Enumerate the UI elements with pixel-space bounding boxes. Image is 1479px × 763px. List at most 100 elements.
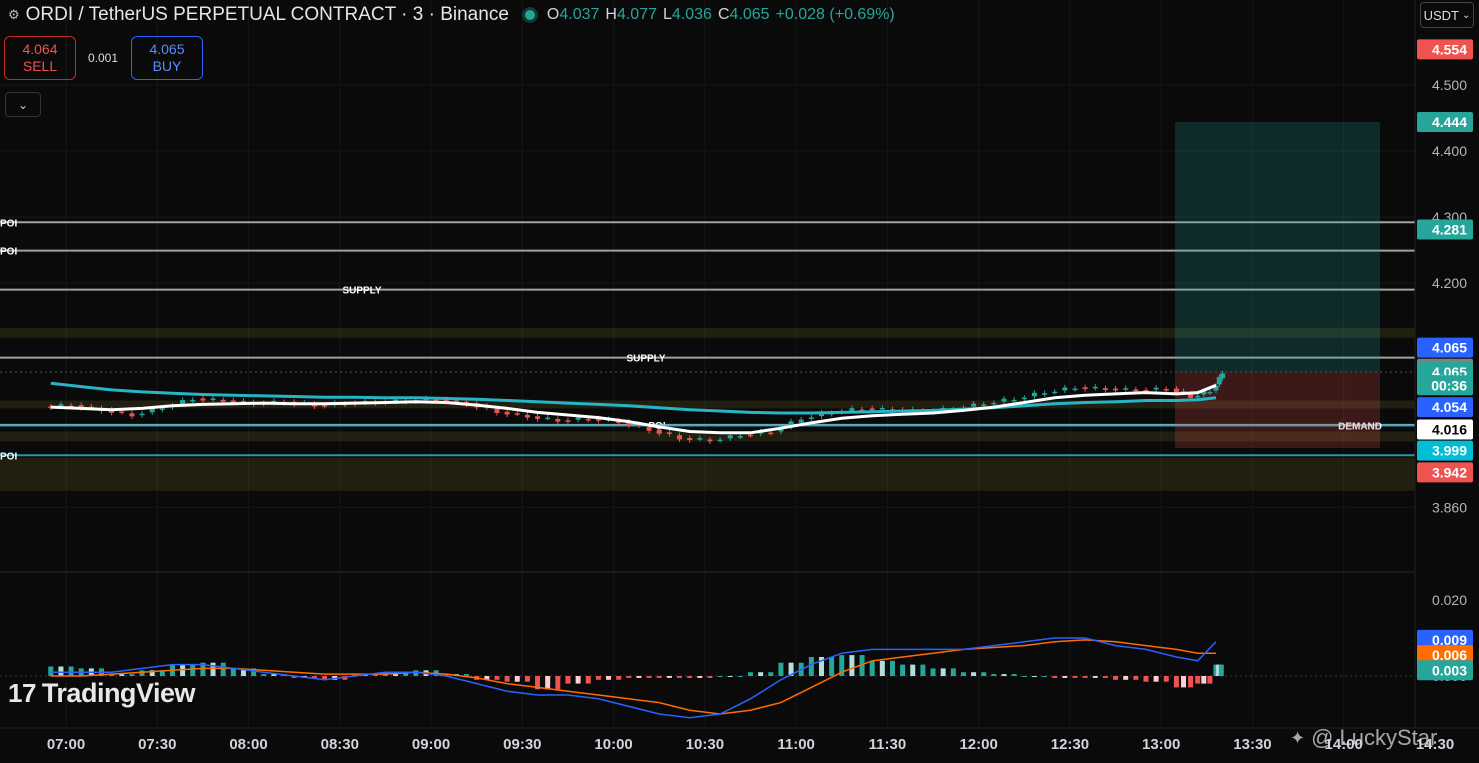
x-tick-label: 07:30 — [138, 736, 176, 753]
macd-histogram-bar — [1218, 664, 1224, 676]
buy-price: 4.065 — [149, 41, 185, 57]
candle-body — [677, 435, 683, 440]
candle-body — [666, 432, 672, 434]
candle-body — [737, 436, 743, 438]
macd-histogram-bar — [879, 660, 885, 676]
macd-histogram-bar — [991, 674, 997, 676]
candle-body — [991, 402, 997, 405]
macd-histogram-bar — [585, 676, 591, 684]
price-badge-label: 00:36 — [1431, 377, 1467, 393]
macd-histogram-bar — [656, 676, 662, 678]
macd-histogram-bar — [1143, 676, 1149, 682]
macd-histogram-bar — [1052, 676, 1058, 678]
macd-histogram-bar — [1001, 674, 1007, 676]
candle-body — [707, 439, 713, 442]
x-tick-label: 11:00 — [777, 736, 815, 753]
candle-body — [565, 420, 571, 422]
macd-histogram-bar — [808, 657, 814, 676]
macd-line — [50, 637, 1217, 719]
macd-y-tick-label: 0.020 — [1432, 592, 1467, 608]
candle-body — [1072, 388, 1078, 391]
candle-body — [697, 438, 703, 440]
macd-histogram-bar — [1123, 676, 1129, 680]
macd-histogram-bar — [545, 676, 551, 690]
macd-histogram-bar — [514, 676, 520, 682]
y-tick-label: 3.860 — [1432, 499, 1467, 515]
macd-histogram-bar — [119, 674, 125, 676]
macd-histogram-bar — [971, 672, 977, 676]
candle-body — [1123, 388, 1129, 390]
currency-selector[interactable]: USDT ⌄ — [1420, 2, 1474, 28]
macd-histogram-bar — [48, 666, 54, 676]
macd-signal-line — [50, 639, 1216, 715]
price-badge-label: 0.003 — [1432, 662, 1467, 678]
candle-body — [585, 418, 591, 421]
macd-histogram-bar — [910, 664, 916, 676]
macd-histogram-bar — [849, 655, 855, 676]
macd-histogram-bar — [1173, 676, 1179, 688]
sell-label: SELL — [22, 58, 58, 74]
spread-value: 0.001 — [88, 51, 119, 65]
macd-histogram-bar — [261, 674, 267, 676]
macd-histogram-bar — [129, 674, 135, 676]
macd-histogram-bar — [940, 668, 946, 676]
candle-body — [798, 419, 804, 423]
macd-histogram-bar — [230, 668, 236, 676]
candle-body — [748, 434, 753, 437]
macd-histogram-bar — [829, 657, 835, 676]
trading-chart[interactable]: POIPOISUPPLYSUPPLYPOIDEMANDPOI4.5004.400… — [0, 0, 1479, 763]
macd-histogram-bar — [778, 662, 784, 676]
macd-histogram-bar — [666, 676, 672, 678]
candle-body — [1113, 388, 1119, 391]
candle-body — [220, 399, 226, 402]
candle-body — [545, 417, 551, 420]
candle-body — [555, 418, 561, 422]
candle-body — [1092, 386, 1098, 389]
macd-histogram-bar — [707, 676, 713, 678]
macd-histogram-bar — [1021, 676, 1027, 677]
macd-histogram-bar — [58, 666, 64, 676]
candle-body — [768, 432, 774, 435]
candle-body — [656, 429, 662, 434]
candle-body — [494, 408, 500, 414]
macd-histogram-bar — [68, 666, 74, 676]
candle-body — [322, 405, 328, 407]
chart-header: ⚙ ORDI / TetherUS PERPETUAL CONTRACT · 3… — [8, 4, 895, 26]
price-badge-label: 4.554 — [1432, 41, 1467, 57]
symbol-title[interactable]: ORDI / TetherUS PERPETUAL CONTRACT · 3 ·… — [26, 4, 509, 26]
x-tick-label: 10:30 — [686, 736, 724, 753]
macd-histogram-bar — [727, 676, 733, 677]
price-badge-label: 4.065 — [1432, 340, 1467, 356]
x-tick-label: 09:30 — [503, 736, 541, 753]
macd-histogram-bar — [504, 676, 510, 682]
candle-body — [159, 408, 165, 410]
macd-histogram-bar — [1042, 676, 1048, 677]
x-tick-label: 12:00 — [959, 736, 997, 753]
tradingview-logo: 17 TradingView — [8, 678, 195, 709]
sell-price: 4.064 — [22, 41, 58, 57]
level-label: POI — [0, 247, 17, 258]
candle-body — [971, 403, 977, 407]
macd-histogram-bar — [1062, 676, 1068, 678]
gear-icon[interactable]: ⚙ — [8, 7, 20, 23]
candle-body — [727, 435, 733, 439]
x-tick-label: 07:00 — [47, 736, 85, 753]
candle-body — [1021, 397, 1027, 400]
macd-histogram-bar — [616, 676, 622, 680]
buy-button[interactable]: 4.065 BUY — [131, 36, 203, 80]
candle-body — [524, 414, 530, 418]
macd-histogram-bar — [717, 676, 723, 677]
macd-histogram-bar — [555, 676, 561, 690]
macd-histogram-bar — [565, 676, 571, 684]
y-tick-label: 4.200 — [1432, 275, 1467, 291]
candle-body — [129, 413, 135, 417]
chevron-down-icon[interactable]: ⌄ — [5, 92, 41, 117]
x-tick-label: 08:30 — [321, 736, 359, 753]
macd-histogram-bar — [889, 660, 895, 676]
candle-body — [1082, 387, 1088, 390]
sell-button[interactable]: 4.064 SELL — [4, 36, 76, 80]
x-tick-label: 13:30 — [1233, 736, 1271, 753]
candle-body — [180, 400, 186, 405]
market-open-dot-icon — [524, 10, 535, 20]
macd-histogram-bar — [1195, 676, 1201, 684]
